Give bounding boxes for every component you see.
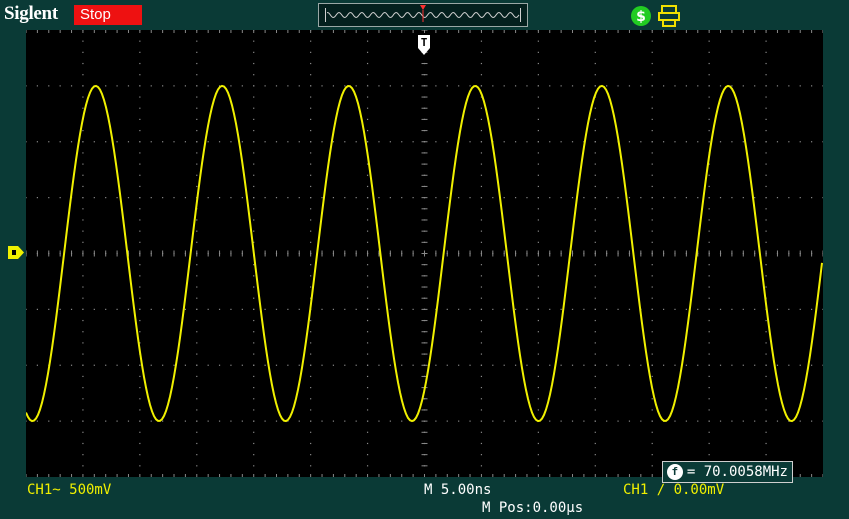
brand-logo: Siglent (4, 3, 58, 24)
run-state-badge[interactable]: Stop (74, 5, 142, 25)
timebase-label[interactable]: M 5.00ns (424, 482, 491, 498)
svg-text:$: $ (636, 9, 646, 25)
trigger-marker[interactable]: T (26, 30, 823, 477)
waveform-display[interactable]: T f = 70.0058MHz (26, 30, 823, 483)
frequency-value: = 70.0058MHz (686, 464, 788, 480)
waveform-overview-icon (318, 3, 528, 27)
svg-text:T: T (421, 36, 428, 49)
ch1-ground-marker-icon[interactable] (8, 246, 24, 259)
top-status-bar: Siglent Stop $ (0, 0, 849, 30)
printer-icon (658, 5, 680, 31)
ch1-scale-label[interactable]: CH1~ 500mV (27, 482, 111, 498)
measure-f-icon: f (666, 464, 683, 480)
trigger-position-icon (420, 5, 426, 22)
usb-connection-icon: $ (630, 5, 652, 31)
trigger-info-label[interactable]: CH1 ∕ 0.00mV (623, 482, 724, 498)
frequency-measurement: f = 70.0058MHz (661, 461, 793, 483)
horizontal-position-label[interactable]: M Pos:0.00μs (482, 500, 583, 516)
